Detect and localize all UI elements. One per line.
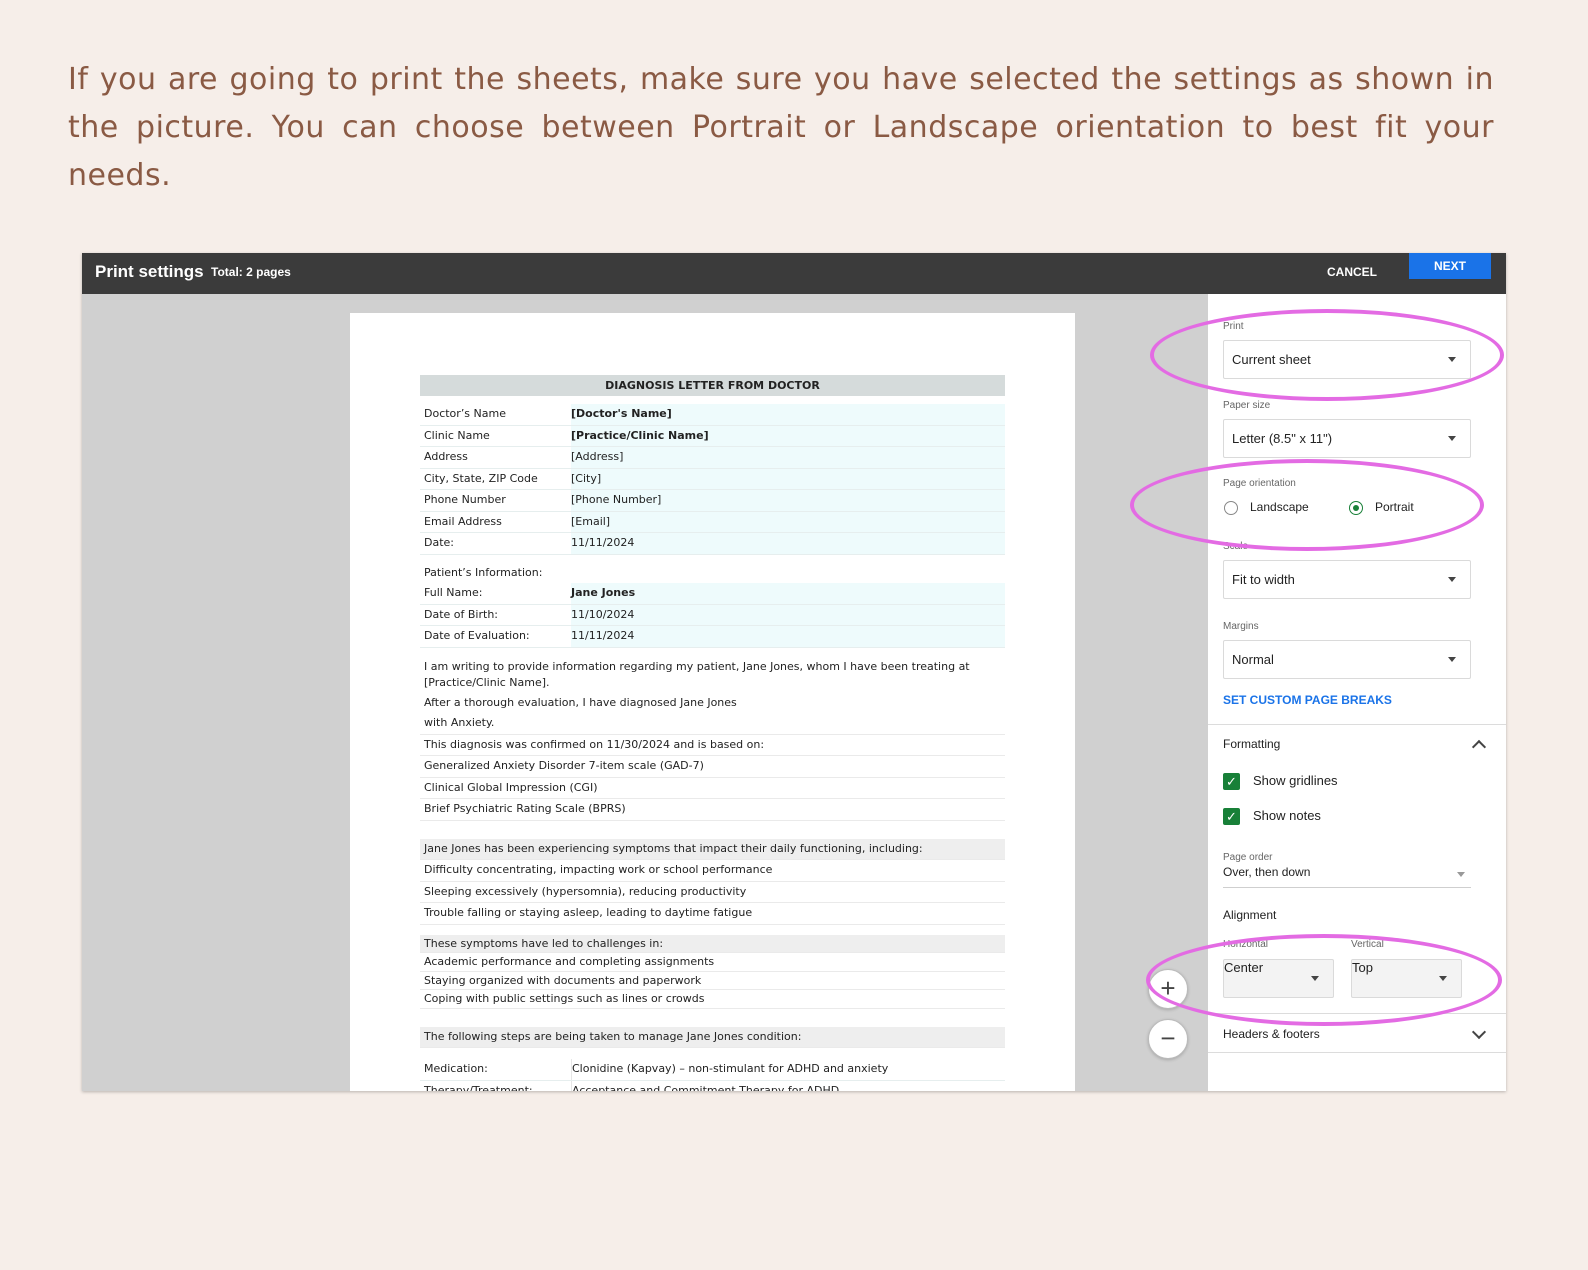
preview-page: DIAGNOSIS LETTER FROM DOCTOR Doctor’s Na…: [350, 313, 1075, 1091]
table-row: City, State, ZIP Code [City]: [420, 468, 1005, 490]
list-item: Sleeping excessively (hypersomnia), redu…: [420, 882, 1005, 903]
highlight-print-range: [1150, 309, 1504, 401]
table-row: Medication: Clonidine (Kapvay) – non-stim…: [420, 1059, 1005, 1081]
show-notes-checkbox[interactable]: ✓: [1223, 808, 1240, 825]
list-item: Trouble falling or staying asleep, leadi…: [420, 903, 1005, 925]
list-item: Staying organized with documents and pap…: [420, 972, 1005, 990]
dropdown-arrow-icon: [1448, 657, 1456, 662]
cancel-button[interactable]: CANCEL: [1327, 265, 1377, 279]
instruction-text: If you are going to print the sheets, ma…: [68, 62, 1494, 193]
field-label: Therapy/Treatment:: [420, 1080, 572, 1091]
list-item: Coping with public settings such as line…: [420, 990, 1005, 1009]
list-item: Brief Psychiatric Rating Scale (BPRS): [420, 799, 1005, 821]
field-value: 11/11/2024: [571, 626, 1005, 647]
field-value: 11/11/2024: [571, 533, 1005, 554]
minus-icon: −: [1160, 1023, 1176, 1053]
table-row: Email Address [Email]: [420, 511, 1005, 533]
confirmed-line: This diagnosis was confirmed on 11/30/20…: [420, 735, 1005, 756]
dropdown-arrow-icon: [1448, 577, 1456, 582]
table-row: Date of Birth: 11/10/2024: [420, 604, 1005, 626]
dropdown-arrow-icon: [1448, 436, 1456, 441]
field-value: Clonidine (Kapvay) – non-stimulant for A…: [572, 1059, 1005, 1080]
table-row: Address [Address]: [420, 447, 1005, 469]
margins-select[interactable]: Normal: [1223, 640, 1471, 679]
field-label: Medication:: [420, 1059, 572, 1080]
select-value: Normal: [1232, 652, 1274, 667]
field-label: Date of Evaluation:: [420, 626, 571, 647]
letter-title: DIAGNOSIS LETTER FROM DOCTOR: [420, 375, 1005, 396]
dropdown-arrow-icon: [1457, 872, 1465, 877]
print-settings-toolbar: Print settings Total: 2 pages CANCEL NEX…: [82, 253, 1506, 294]
field-label: Doctor’s Name: [420, 404, 571, 425]
evaluation-line: After a thorough evaluation, I have diag…: [424, 695, 737, 709]
alignment-heading: Alignment: [1223, 908, 1277, 922]
table-row: Clinic Name [Practice/Clinic Name]: [420, 425, 1005, 447]
total-pages-label: Total: 2 pages: [211, 265, 291, 279]
paper-size-label: Paper size: [1223, 400, 1271, 411]
field-label: City, State, ZIP Code: [420, 468, 571, 489]
field-label: Clinic Name: [420, 425, 571, 446]
chevron-up-icon[interactable]: [1471, 739, 1487, 755]
diagnosis-letter: DIAGNOSIS LETTER FROM DOCTOR Doctor’s Na…: [420, 375, 1005, 1091]
field-value: 11/10/2024: [571, 604, 1005, 625]
table-row: Date: 11/11/2024: [420, 533, 1005, 555]
field-value: Jane Jones: [571, 583, 1005, 604]
challenges-heading: These symptoms have led to challenges in…: [420, 934, 1005, 953]
margins-label: Margins: [1223, 621, 1259, 632]
checkmark-icon: ✓: [1226, 774, 1237, 789]
steps-heading: The following steps are being taken to m…: [420, 1026, 1005, 1048]
intro-paragraph: I am writing to provide information rega…: [424, 659, 970, 689]
field-label: Date of Birth:: [420, 604, 571, 625]
patient-heading: Patient’s Information:: [424, 565, 543, 579]
field-value: [Practice/Clinic Name]: [571, 425, 1005, 446]
page-order-label: Page order: [1223, 852, 1273, 863]
field-label: Email Address: [420, 511, 571, 532]
print-settings-title: Print settings: [95, 262, 204, 281]
list-item: Generalized Anxiety Disorder 7-item scal…: [420, 756, 1005, 778]
table-row: Date of Evaluation: 11/11/2024: [420, 626, 1005, 648]
select-value: Over, then down: [1223, 865, 1311, 879]
field-value: Acceptance and Commitment Therapy for AD…: [572, 1080, 1005, 1091]
field-value: [City]: [571, 468, 1005, 489]
select-value: Fit to width: [1232, 572, 1295, 587]
scale-select[interactable]: Fit to width: [1223, 560, 1471, 599]
highlight-page-orientation: [1130, 459, 1484, 551]
print-preview-area[interactable]: DIAGNOSIS LETTER FROM DOCTOR Doctor’s Na…: [82, 294, 1208, 1091]
field-value: [Doctor's Name]: [571, 404, 1005, 425]
paper-size-select[interactable]: Letter (8.5" x 11"): [1223, 419, 1471, 458]
field-value: [Email]: [571, 511, 1005, 532]
table-row: Phone Number [Phone Number]: [420, 490, 1005, 512]
divider: [1208, 724, 1506, 725]
checkmark-icon: ✓: [1226, 809, 1237, 824]
list-item: Clinical Global Impression (CGI): [420, 778, 1005, 799]
field-label: Phone Number: [420, 490, 571, 511]
symptoms-heading: Jane Jones has been experiencing symptom…: [420, 838, 1005, 860]
show-notes-label[interactable]: Show notes: [1253, 808, 1321, 823]
table-row: Doctor’s Name [Doctor's Name]: [420, 404, 1005, 426]
field-label: Full Name:: [420, 583, 571, 604]
page-order-select[interactable]: Over, then down: [1223, 865, 1471, 888]
next-button[interactable]: NEXT: [1409, 253, 1491, 279]
field-value: [Phone Number]: [571, 490, 1005, 511]
field-label: Date:: [420, 533, 571, 554]
field-label: Address: [420, 447, 571, 468]
headers-footers-section-header[interactable]: Headers & footers: [1223, 1027, 1320, 1041]
chevron-down-icon[interactable]: [1471, 1024, 1487, 1040]
highlight-alignment: [1146, 934, 1502, 1026]
set-custom-page-breaks-link[interactable]: SET CUSTOM PAGE BREAKS: [1223, 693, 1392, 707]
table-row: Full Name: Jane Jones: [420, 583, 1005, 605]
field-value: [Address]: [571, 447, 1005, 468]
show-gridlines-checkbox[interactable]: ✓: [1223, 773, 1240, 790]
list-item: Difficulty concentrating, impacting work…: [420, 860, 1005, 882]
formatting-section-header[interactable]: Formatting: [1223, 737, 1280, 751]
diagnosis-line: with Anxiety.: [420, 713, 1005, 735]
list-item: Academic performance and completing assi…: [420, 953, 1005, 972]
select-value: Letter (8.5" x 11"): [1232, 431, 1333, 446]
show-gridlines-label[interactable]: Show gridlines: [1253, 773, 1338, 788]
zoom-out-button[interactable]: −: [1148, 1019, 1188, 1059]
table-row: Therapy/Treatment: Acceptance and Commitm…: [420, 1080, 1005, 1091]
divider: [1208, 1052, 1506, 1053]
